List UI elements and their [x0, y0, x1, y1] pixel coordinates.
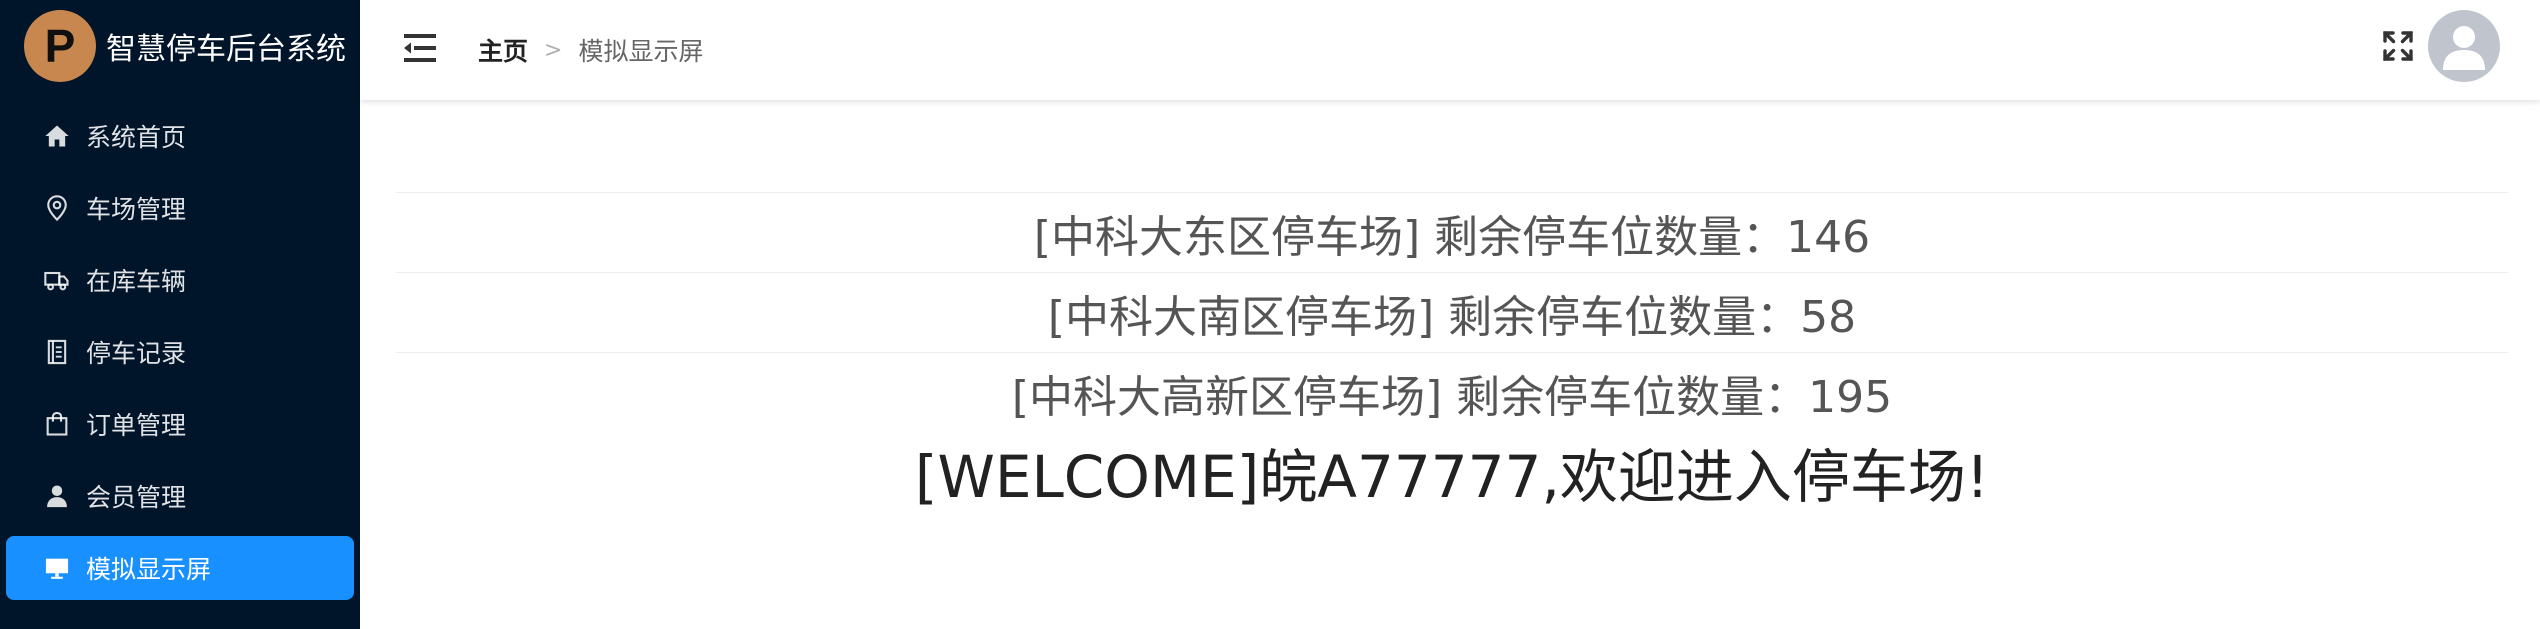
fullscreen-button[interactable] [2380, 28, 2416, 64]
sidebar-item-label: 车场管理 [86, 195, 187, 224]
user-avatar[interactable] [2428, 10, 2500, 82]
notebook-icon [42, 337, 72, 367]
sidebar-item-parking-records[interactable]: 停车记录 [6, 320, 354, 384]
app-title: 智慧停车后台系统 [106, 32, 346, 67]
fullscreen-icon [2383, 31, 2413, 61]
sidebar-item-home[interactable]: 系统首页 [6, 104, 354, 168]
sidebar-item-orders[interactable]: 订单管理 [6, 392, 354, 456]
sidebar: P 智慧停车后台系统 系统首页 车场管理 在库车辆 停车记录 订单管理 会员管理… [0, 0, 360, 629]
user-icon [42, 481, 72, 511]
sidebar-item-members[interactable]: 会员管理 [6, 464, 354, 528]
sidebar-item-label: 订单管理 [86, 411, 187, 440]
top-header: 主页 > 模拟显示屏 [360, 0, 2540, 100]
sidebar-item-parking-lots[interactable]: 车场管理 [6, 176, 354, 240]
sidebar-item-label: 系统首页 [86, 123, 187, 152]
app-logo: P [24, 10, 96, 82]
shopping-bag-icon [42, 409, 72, 439]
location-pin-icon [42, 193, 72, 223]
monitor-icon [42, 553, 72, 583]
sidebar-item-label: 停车记录 [86, 339, 187, 368]
lot-status-row: [中科大南区停车场] 剩余停车位数量：58 [396, 272, 2508, 352]
sidebar-item-label: 模拟显示屏 [86, 555, 212, 584]
sidebar-item-label: 会员管理 [86, 483, 187, 512]
breadcrumb-current: 模拟显示屏 [578, 37, 704, 66]
menu-fold-icon [404, 34, 436, 62]
breadcrumb-separator: > [544, 37, 563, 63]
home-icon [42, 121, 72, 151]
sidebar-menu: 系统首页 车场管理 在库车辆 停车记录 订单管理 会员管理 模拟显示屏 [0, 104, 360, 600]
lot-status-row: [中科大东区停车场] 剩余停车位数量：146 [396, 192, 2508, 272]
sidebar-item-display-screen[interactable]: 模拟显示屏 [6, 536, 354, 600]
brand: P 智慧停车后台系统 [0, 0, 360, 92]
welcome-message: [WELCOME]皖A77777,欢迎进入停车场! [914, 443, 1990, 511]
breadcrumb: 主页 > 模拟显示屏 [478, 30, 703, 70]
lot-status-row: [中科大高新区停车场] 剩余停车位数量：195 [396, 352, 2508, 432]
avatar-user-icon [2443, 26, 2485, 70]
breadcrumb-home[interactable]: 主页 [478, 32, 528, 68]
sidebar-item-vehicles[interactable]: 在库车辆 [6, 248, 354, 312]
collapse-sidebar-button[interactable] [400, 28, 440, 68]
simulated-display: [中科大东区停车场] 剩余停车位数量：146 [中科大南区停车场] 剩余停车位数… [396, 192, 2508, 512]
sidebar-item-label: 在库车辆 [86, 267, 187, 296]
truck-icon [42, 265, 72, 295]
